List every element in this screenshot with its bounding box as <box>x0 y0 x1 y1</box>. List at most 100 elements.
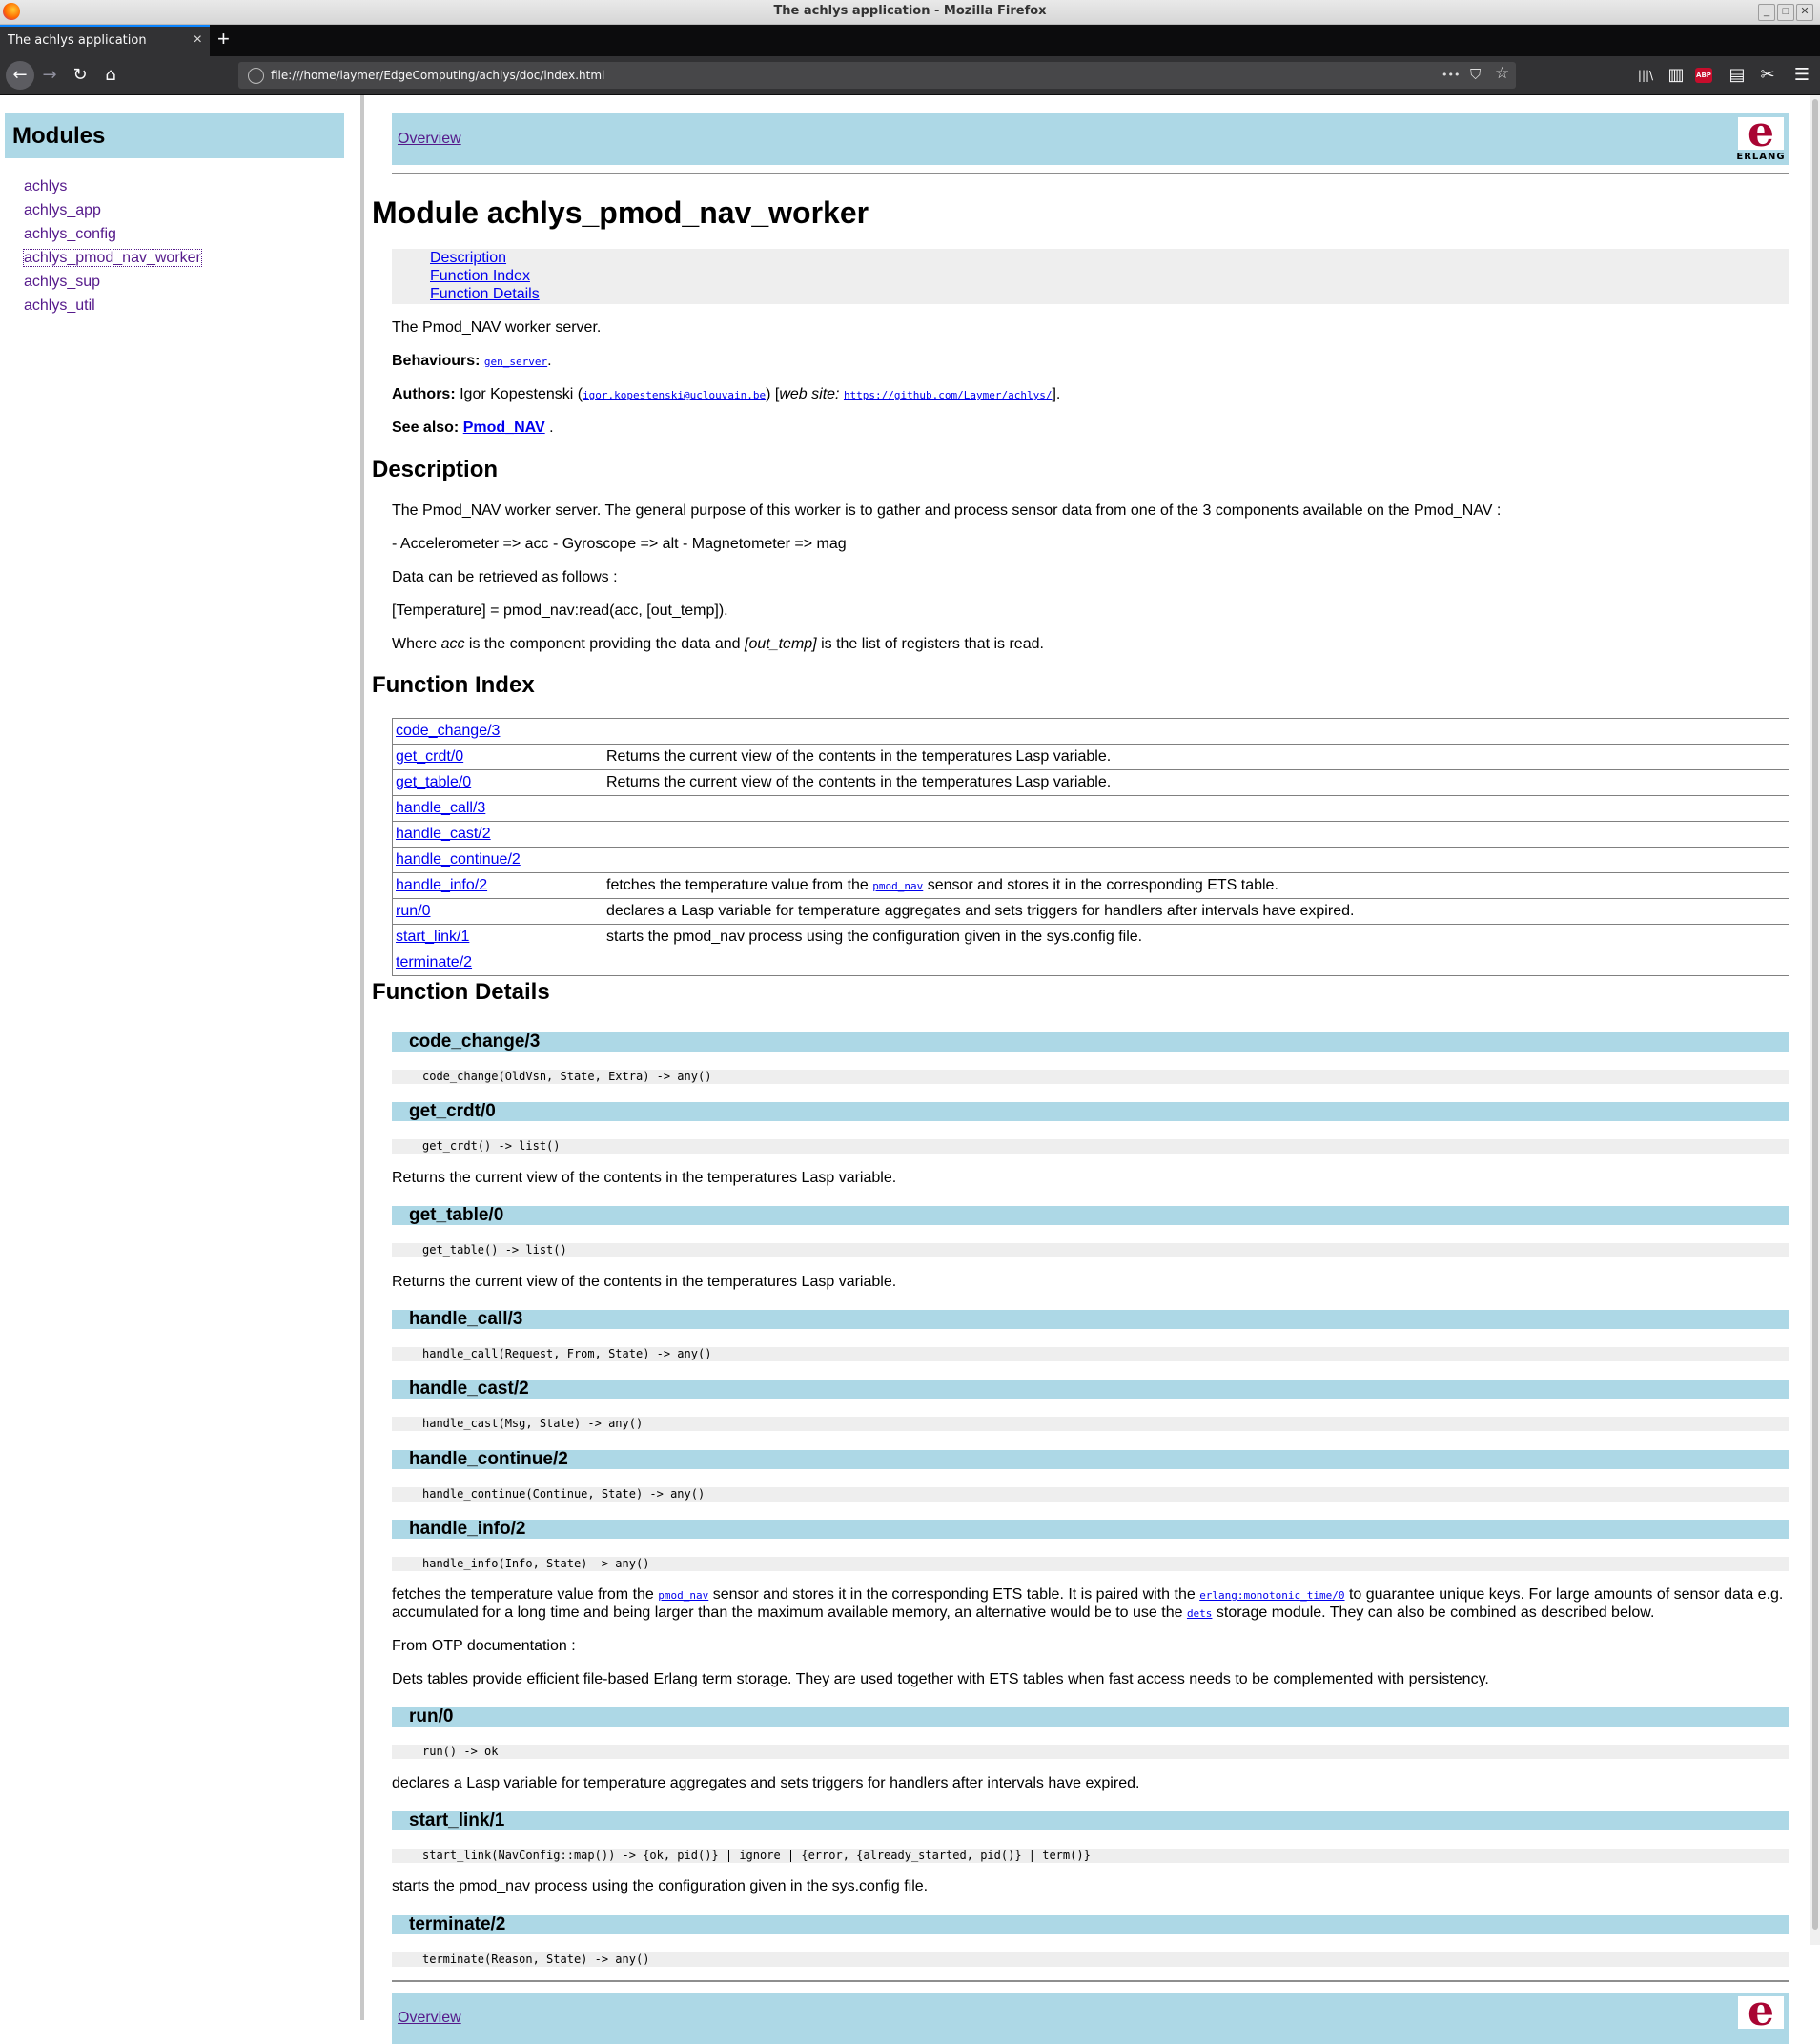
overview-link[interactable]: Overview <box>398 131 461 148</box>
desc-text: is the list of registers that is read. <box>816 636 1044 652</box>
desc-text: fetches the temperature value from the <box>606 877 873 893</box>
see-also-suffix: . <box>549 419 554 436</box>
monotonic-time-link[interactable]: erlang:monotonic_time/0 <box>1199 1589 1344 1602</box>
spec-text: get_table() -> list() <box>422 1243 567 1257</box>
function-spec: handle_continue(Continue, State) -> any(… <box>392 1487 1789 1502</box>
erlang-logo: e ERLANG <box>1736 108 1786 162</box>
pmod-nav-link[interactable]: Pmod_NAV <box>463 419 545 436</box>
index-fn-link[interactable]: get_table/0 <box>396 774 471 790</box>
desc-text: sensor and stores it in the correspondin… <box>708 1586 1200 1603</box>
pmod-nav-code-link[interactable]: pmod_nav <box>872 880 923 892</box>
tab-achlys-application[interactable]: The achlys application × <box>0 25 210 56</box>
toc-link-function-details[interactable]: Function Details <box>430 286 540 303</box>
toc-link-description[interactable]: Description <box>430 250 506 267</box>
overview-link[interactable]: Overview <box>398 2010 461 2027</box>
index-fn-link[interactable]: start_link/1 <box>396 929 469 945</box>
table-row: handle_cast/2 <box>392 821 1789 848</box>
see-also-label: See also: <box>392 419 460 436</box>
description-paragraph: Data can be retrieved as follows : <box>392 569 618 585</box>
adblock-icon[interactable]: ABP <box>1695 68 1712 83</box>
module-link-achlys-sup[interactable]: achlys_sup <box>24 274 100 290</box>
divider <box>392 1980 1789 1982</box>
module-item: achlys_config <box>24 226 201 250</box>
function-header: get_table/0 <box>392 1205 1789 1225</box>
module-item: achlys <box>24 178 201 202</box>
index-fn-desc: Returns the current view of the contents… <box>603 744 1789 770</box>
modules-heading: Modules <box>12 123 106 149</box>
index-fn-link[interactable]: handle_info/2 <box>396 877 487 893</box>
function-name: start_link/1 <box>409 1810 505 1830</box>
minimize-button[interactable]: _ <box>1758 4 1775 21</box>
index-fn-link[interactable]: run/0 <box>396 903 430 919</box>
top-navbar: Overview e ERLANG <box>392 108 1789 165</box>
url-bar[interactable]: i file:///home/laymer/EdgeComputing/achl… <box>238 62 1516 89</box>
url-text[interactable]: file:///home/laymer/EdgeComputing/achlys… <box>271 69 604 82</box>
author-website-label: web site: <box>779 386 840 402</box>
function-header: handle_call/3 <box>392 1309 1789 1329</box>
erlang-logo-word: ERLANG <box>1736 152 1786 162</box>
index-fn-link[interactable]: code_change/3 <box>396 723 500 739</box>
toc-link-function-index[interactable]: Function Index <box>430 268 530 285</box>
otp-doc-label: From OTP documentation : <box>392 1638 576 1654</box>
index-fn-link[interactable]: terminate/2 <box>396 954 472 971</box>
pmod-nav-code-link[interactable]: pmod_nav <box>658 1589 708 1602</box>
function-spec: code_change(OldVsn, State, Extra) -> any… <box>392 1070 1789 1084</box>
table-row: handle_continue/2 <box>392 847 1789 873</box>
table-of-contents: Description Function Index Function Deta… <box>392 249 1789 304</box>
function-header: start_link/1 <box>392 1810 1789 1830</box>
scrollbar-thumb[interactable] <box>1812 99 1818 1930</box>
menu-icon[interactable]: ☰ <box>1790 64 1813 87</box>
desc-text: sensor and stores it in the correspondin… <box>923 877 1278 893</box>
close-window-button[interactable]: ✕ <box>1796 4 1813 21</box>
reader-icon[interactable]: ▤ <box>1726 64 1748 87</box>
module-link-achlys-util[interactable]: achlys_util <box>24 297 95 314</box>
function-name: handle_info/2 <box>409 1519 526 1539</box>
spec-text: handle_continue(Continue, State) -> any(… <box>422 1487 706 1501</box>
back-button[interactable]: ← <box>6 61 34 90</box>
desc-acc: acc <box>440 636 465 652</box>
author-email-link[interactable]: igor.kopestenski@uclouvain.be <box>583 389 766 401</box>
dets-link[interactable]: dets <box>1187 1607 1213 1620</box>
spec-text: code_change(OldVsn, State, Extra) -> any… <box>422 1070 712 1083</box>
spec-text: get_crdt() -> list() <box>422 1139 561 1153</box>
table-row: start_link/1 starts the pmod_nav process … <box>392 924 1789 950</box>
index-fn-link[interactable]: handle_cast/2 <box>396 826 491 842</box>
window-title: The achlys application - Mozilla Firefox <box>773 4 1047 18</box>
index-fn-link[interactable]: get_crdt/0 <box>396 748 463 765</box>
forward-button[interactable]: → <box>38 64 61 87</box>
function-index-heading: Function Index <box>372 672 535 698</box>
index-fn-link[interactable]: handle_call/3 <box>396 800 485 816</box>
function-name: handle_cast/2 <box>409 1379 529 1399</box>
module-link-achlys-config[interactable]: achlys_config <box>24 226 116 242</box>
spec-text: handle_cast(Msg, State) -> any() <box>422 1417 644 1430</box>
function-description: accumulated for a long time and being la… <box>392 1605 1654 1622</box>
module-link-achlys-pmod-nav-worker[interactable]: achlys_pmod_nav_worker <box>23 249 202 267</box>
reload-button[interactable]: ↻ <box>69 64 92 87</box>
module-link-achlys[interactable]: achlys <box>24 178 67 194</box>
index-fn-desc <box>603 718 1789 745</box>
home-button[interactable]: ⌂ <box>99 64 122 87</box>
site-info-icon[interactable]: i <box>248 68 264 84</box>
screenshot-icon[interactable]: ✂ <box>1756 64 1779 87</box>
function-spec: handle_cast(Msg, State) -> any() <box>392 1417 1789 1431</box>
function-spec: start_link(NavConfig::map()) -> {ok, pid… <box>392 1849 1789 1863</box>
bookmark-star-icon[interactable]: ☆ <box>1495 64 1509 83</box>
pocket-icon[interactable]: ⛉ <box>1470 66 1481 83</box>
gen-server-link[interactable]: gen_server <box>484 356 547 368</box>
function-header: get_crdt/0 <box>392 1101 1789 1121</box>
module-link-achlys-app[interactable]: achlys_app <box>24 202 101 218</box>
scrollbar[interactable] <box>1810 95 1820 1945</box>
index-fn-link[interactable]: handle_continue/2 <box>396 851 521 868</box>
new-tab-button[interactable]: + <box>217 27 230 51</box>
function-name: code_change/3 <box>409 1032 541 1052</box>
library-icon[interactable]: |||\ <box>1634 64 1657 87</box>
index-fn-desc <box>603 950 1789 976</box>
function-description: Returns the current view of the contents… <box>392 1170 897 1186</box>
module-item: achlys_util <box>24 297 201 321</box>
author-website-link[interactable]: https://github.com/Laymer/achlys/ <box>844 389 1053 401</box>
sidebar-icon[interactable]: ▥ <box>1665 64 1687 87</box>
maximize-button[interactable]: □ <box>1777 4 1794 21</box>
page-actions-icon[interactable]: ••• <box>1442 69 1460 81</box>
tab-close-icon[interactable]: × <box>194 31 202 49</box>
spec-text: run() -> ok <box>422 1745 499 1758</box>
